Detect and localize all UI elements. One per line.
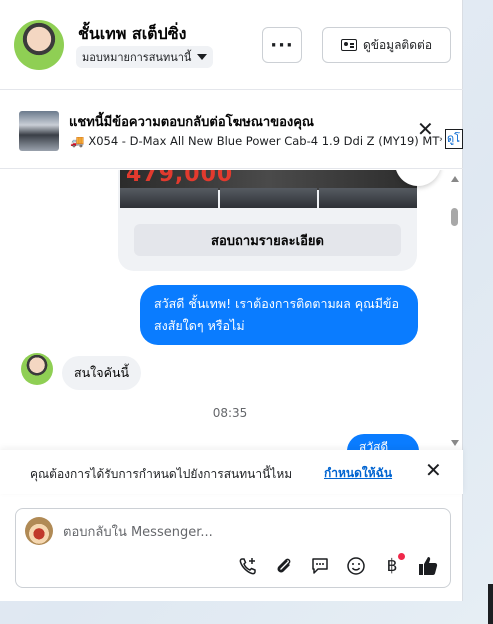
view-contact-button[interactable]: ดูข้อมูลติดต่อ <box>322 27 451 63</box>
baht-icon[interactable]: ฿ <box>381 553 405 577</box>
message-timestamp: 08:35 <box>212 406 248 420</box>
avatar <box>21 353 53 385</box>
close-icon[interactable]: ✕ <box>417 119 434 139</box>
composer-toolbar: ฿ <box>237 553 439 577</box>
window-edge <box>488 584 493 624</box>
truck-icon: 🚚 <box>70 134 85 148</box>
chevron-down-icon <box>197 54 208 60</box>
thumbs-up-icon[interactable] <box>417 555 439 577</box>
message-composer: ฿ <box>15 508 451 588</box>
scroll-up-arrow-icon[interactable] <box>451 176 459 182</box>
ad-card: 479,000 สอบถามรายละเอียด <box>118 170 417 271</box>
assign-to-me-link[interactable]: กำหนดให้ฉัน <box>324 464 392 483</box>
assign-label: มอบหมายการสนทนานี้ <box>82 51 192 64</box>
close-icon[interactable]: ✕ <box>425 460 442 480</box>
ad-image-thumb <box>120 188 218 208</box>
notification-dot <box>398 553 405 560</box>
ad-banner-subtitle: 🚚 X054 - D-Max All New Blue Power Cab-4 1… <box>70 134 442 148</box>
avatar <box>25 517 53 545</box>
inquire-details-button[interactable]: สอบถามรายละเอียด <box>134 224 401 256</box>
message-thread[interactable]: 479,000 สอบถามรายละเอียด สวัสดี ชั้นเทพ!… <box>0 170 463 450</box>
view-contact-label: ดูข้อมูลติดต่อ <box>362 37 433 52</box>
ad-image: 479,000 <box>120 170 417 190</box>
call-plus-icon[interactable] <box>237 555 259 577</box>
scroll-down-arrow-icon[interactable] <box>451 440 459 446</box>
conversation-panel: ชั้นเทพ สเต็ปซิ่ง มอบหมายการสนทนานี้ ···… <box>0 0 463 601</box>
quick-reply-icon[interactable] <box>309 555 331 577</box>
avatar[interactable] <box>14 20 64 70</box>
ad-reply-banner: แชทนี้มีข้อความตอบกลับต่อโฆษณาของคุณ 🚚 X0… <box>0 91 463 169</box>
ad-banner-title: แชทนี้มีข้อความตอบกลับต่อโฆษณาของคุณ <box>69 115 314 130</box>
outgoing-message: สวัสดี ชั้นเทพ! เราต้องการติดตามผล คุณมี… <box>140 285 418 345</box>
emoji-icon[interactable] <box>345 555 367 577</box>
scrollbar[interactable] <box>447 170 461 450</box>
reply-input[interactable] <box>63 521 423 543</box>
assign-dropdown[interactable]: มอบหมายการสนทนานี้ <box>76 46 214 68</box>
ad-price: 479,000 <box>126 170 234 187</box>
ad-product-name: X054 - D-Max All New Blue Power Cab-4 1.… <box>88 134 442 148</box>
view-ad-link[interactable]: ดูโ <box>445 129 463 149</box>
assignment-reminder: คุณต้องการได้รับการกำหนดไปยังการสนทนานี้… <box>0 450 463 494</box>
contact-card-icon <box>340 39 357 51</box>
incoming-message: สนใจคันนี้ <box>62 356 142 390</box>
scrollbar-thumb[interactable] <box>451 208 458 226</box>
ad-image-strip <box>120 188 417 208</box>
ad-image-thumb <box>219 188 318 208</box>
reminder-text: คุณต้องการได้รับการกำหนดไปยังการสนทนานี้… <box>30 467 293 481</box>
outgoing-message: สวัสดี ชั้น <box>347 434 419 450</box>
contact-name[interactable]: ชั้นเทพ สเต็ปซิ่ง <box>78 22 186 47</box>
more-options-button[interactable]: ··· <box>262 27 302 63</box>
ad-image-thumb <box>319 188 417 208</box>
conversation-header: ชั้นเทพ สเต็ปซิ่ง มอบหมายการสนทนานี้ ···… <box>0 0 463 90</box>
paperclip-icon[interactable] <box>273 555 295 577</box>
ad-thumbnail <box>19 111 59 151</box>
